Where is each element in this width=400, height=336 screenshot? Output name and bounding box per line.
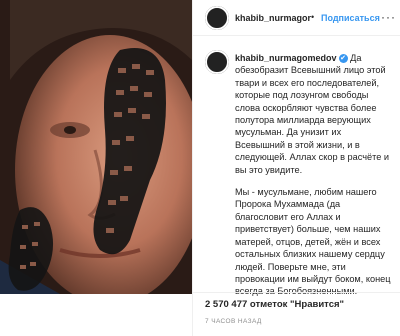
- post-caption: khabib_nurmagomedov ✔ Да обезобразит Всев…: [235, 52, 391, 308]
- more-options-icon[interactable]: ···: [381, 10, 396, 24]
- caption-avatar[interactable]: [205, 50, 229, 74]
- instagram-post: khabib_nurmagor • Подписаться ··· khabib…: [0, 0, 400, 336]
- header-username[interactable]: khabib_nurmagor: [235, 13, 311, 23]
- caption-paragraph-1: Да обезобразит Всевышний лицо этой твари…: [235, 53, 390, 175]
- caption-paragraph-2: Мы - мусульмане, любим нашего Пророка Му…: [235, 187, 391, 296]
- verified-badge-icon: ✔: [338, 54, 348, 64]
- post-timestamp: 7 ЧАСОВ НАЗАД: [205, 318, 262, 325]
- follow-button[interactable]: Подписаться: [321, 13, 380, 23]
- post-photo[interactable]: [0, 0, 192, 294]
- likes-count[interactable]: 2 570 477 отметок "Нравится": [205, 299, 344, 310]
- avatar[interactable]: [205, 6, 229, 30]
- post-header: khabib_nurmagor • Подписаться ···: [193, 0, 400, 36]
- photo-illustration: [0, 0, 192, 294]
- separator-dot: •: [311, 12, 315, 22]
- divider: [193, 292, 400, 293]
- post-sidebar: khabib_nurmagor • Подписаться ··· khabib…: [192, 0, 400, 336]
- caption-username[interactable]: khabib_nurmagomedov: [235, 53, 337, 63]
